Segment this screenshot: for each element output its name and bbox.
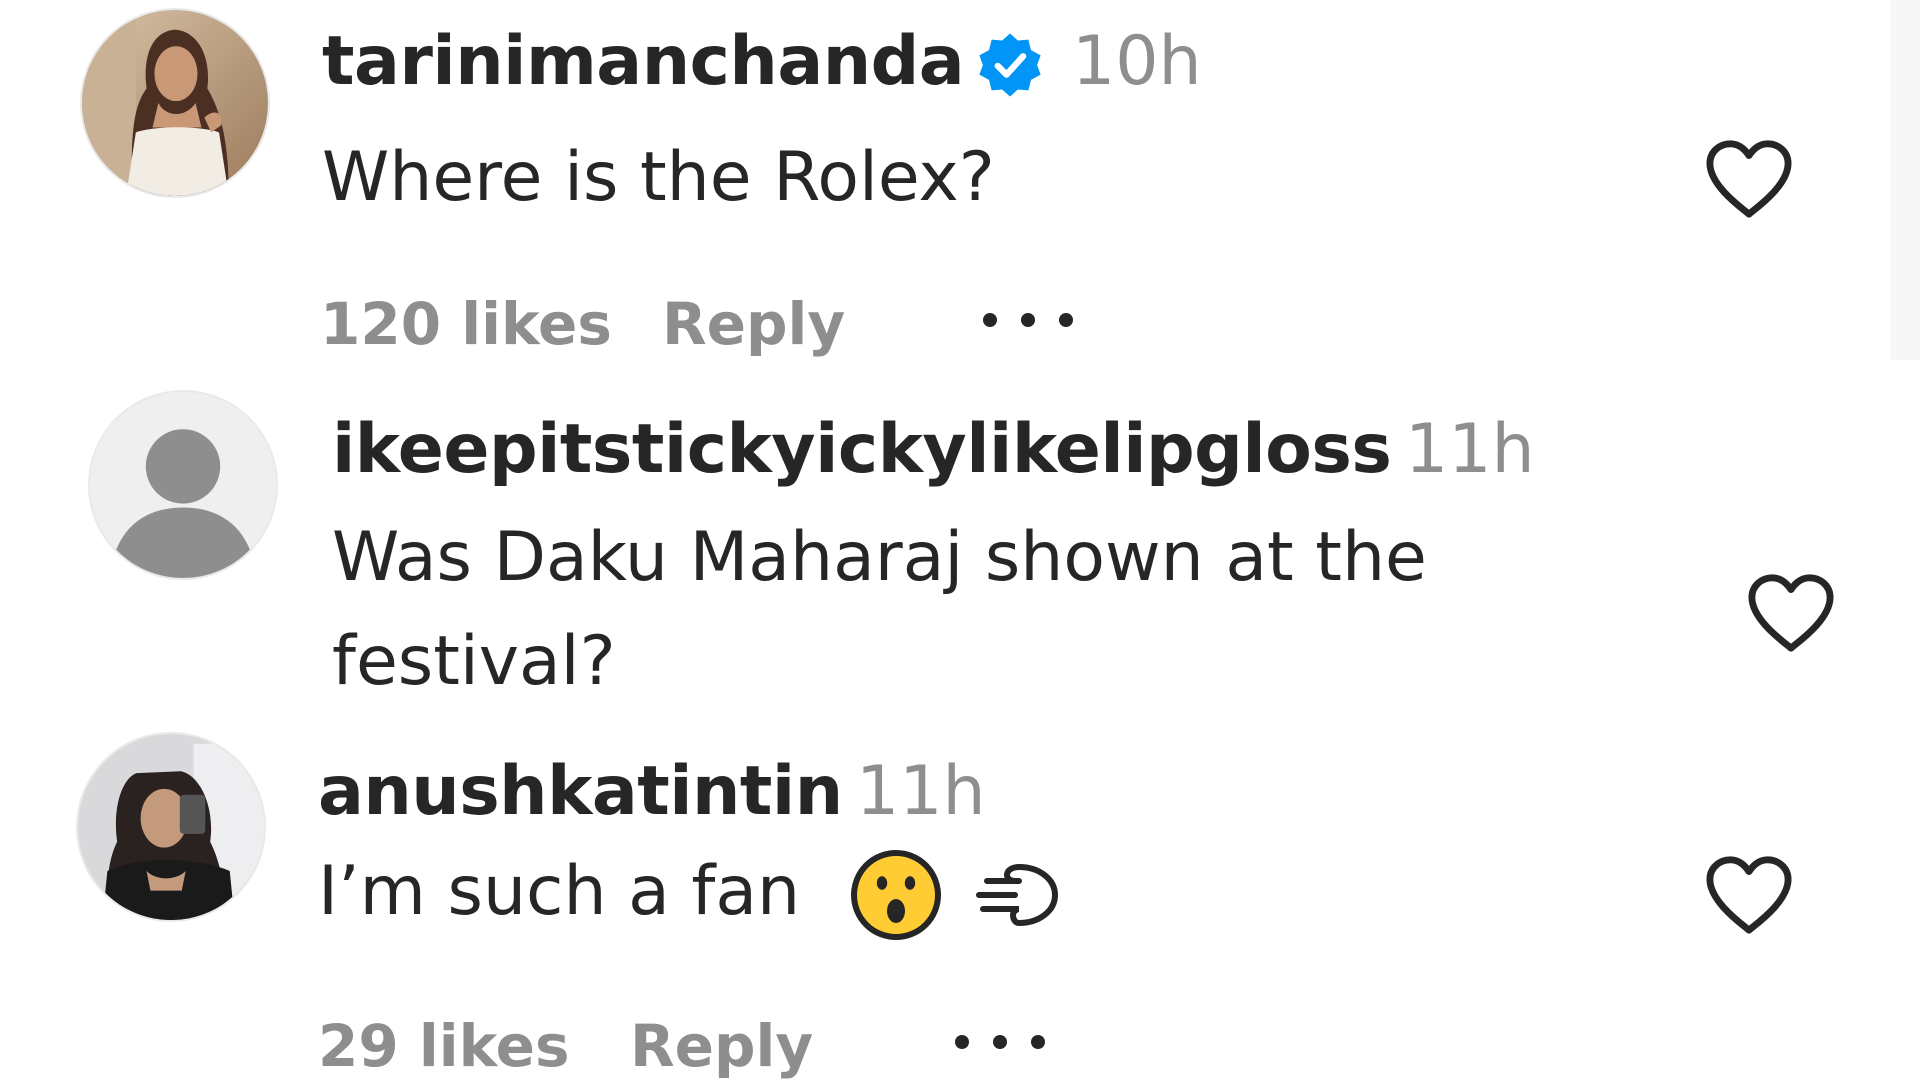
more-options-icon[interactable] <box>950 1030 1050 1054</box>
reply-button[interactable]: Reply <box>662 290 845 358</box>
timestamp: 11h <box>856 752 986 831</box>
comment-text-line-2: festival? <box>332 622 616 701</box>
comment-text-row: I’m such a fan <box>318 840 1067 944</box>
heart-outline-icon[interactable] <box>1744 570 1838 656</box>
more-options-icon[interactable] <box>978 308 1078 332</box>
username[interactable]: ikeepitstickyickylikelipgloss <box>332 410 1392 489</box>
comment-text: Where is the Rolex? <box>322 138 995 217</box>
dashing-away-emoji <box>976 864 1059 927</box>
avatar[interactable] <box>76 732 266 922</box>
comment-text: I’m such a fan <box>318 852 801 931</box>
verified-badge-icon <box>979 33 1041 97</box>
heart-outline-icon[interactable] <box>1702 136 1796 222</box>
avatar[interactable] <box>88 390 278 580</box>
reply-button[interactable]: Reply <box>630 1012 813 1080</box>
comment-text-line-1: Was Daku Maharaj shown at the <box>332 518 1427 597</box>
timestamp: 11h <box>1405 410 1535 489</box>
default-avatar-icon <box>90 392 276 578</box>
likes-count[interactable]: 120 likes <box>320 290 612 358</box>
profile-photo-icon <box>82 10 268 196</box>
edge-strip <box>1890 0 1920 360</box>
username[interactable]: tarinimanchanda <box>322 22 965 101</box>
likes-count[interactable]: 29 likes <box>318 1012 570 1080</box>
timestamp: 10h <box>1072 22 1202 101</box>
profile-photo-icon <box>78 734 264 920</box>
heart-outline-icon[interactable] <box>1702 852 1796 938</box>
avatar[interactable] <box>80 8 270 198</box>
hushed-face-emoji <box>850 850 941 941</box>
username[interactable]: anushkatintin <box>318 752 843 831</box>
comments-panel: tarinimanchanda 10h Where is the Rolex? … <box>0 0 1920 1080</box>
